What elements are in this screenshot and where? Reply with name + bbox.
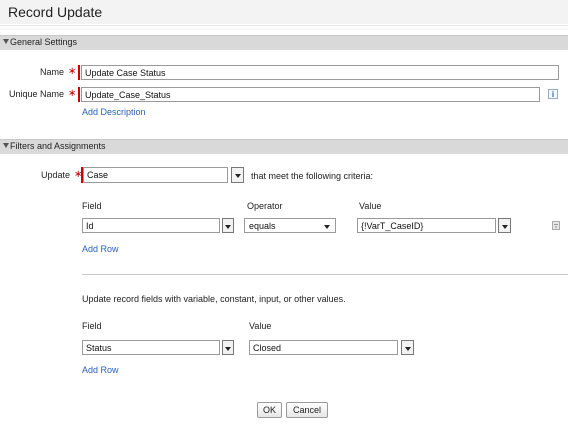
dropdown-arrow-icon xyxy=(324,225,330,229)
ok-button[interactable]: OK xyxy=(257,402,282,418)
dropdown-arrow-icon xyxy=(404,346,411,351)
column-header-operator: Operator xyxy=(247,201,283,211)
name-input[interactable]: Update Case Status xyxy=(81,65,559,80)
assignment-column-header-value: Value xyxy=(249,321,272,331)
criteria-field-input[interactable]: Id xyxy=(82,218,220,233)
update-object-input[interactable]: Case xyxy=(83,167,228,183)
unique-name-input[interactable]: Update_Case_Status xyxy=(81,87,540,102)
update-label: Update xyxy=(40,170,70,180)
dropdown-arrow-icon xyxy=(225,224,231,229)
cancel-button[interactable]: Cancel xyxy=(286,402,328,418)
unique-name-label: Unique Name xyxy=(8,89,64,99)
section-header-filters-and-assignments[interactable]: Filters and Assignments xyxy=(0,139,568,154)
add-assignment-row-link[interactable]: Add Row xyxy=(82,365,119,375)
assignments-description: Update record fields with variable, cons… xyxy=(82,294,346,304)
assignment-field-dropdown-button[interactable] xyxy=(222,340,234,355)
name-label: Name xyxy=(39,67,64,77)
criteria-field-dropdown-button[interactable] xyxy=(222,218,234,233)
criteria-text: that meet the following criteria: xyxy=(251,171,374,181)
title-divider-shadow xyxy=(0,28,568,30)
column-header-field: Field xyxy=(82,201,102,211)
column-header-value: Value xyxy=(359,201,382,211)
assignment-column-header-field: Field xyxy=(82,321,102,331)
dropdown-arrow-icon xyxy=(225,346,231,351)
required-indicator xyxy=(78,87,80,102)
collapse-triangle-icon xyxy=(3,39,9,44)
operator-select-value: equals xyxy=(249,221,276,231)
section-header-general-settings[interactable]: General Settings xyxy=(0,35,568,50)
operator-select[interactable]: equals xyxy=(244,218,336,233)
required-asterisk-icon: ∗ xyxy=(68,66,77,77)
add-description-link[interactable]: Add Description xyxy=(82,107,146,117)
assignment-value-dropdown-button[interactable] xyxy=(401,340,414,355)
dropdown-arrow-icon xyxy=(501,224,508,229)
page-title: Record Update xyxy=(8,4,103,20)
add-criteria-row-link[interactable]: Add Row xyxy=(82,244,119,254)
assignment-value-input[interactable]: Closed xyxy=(249,340,398,355)
collapse-triangle-icon xyxy=(3,143,9,148)
delete-row-trash-icon[interactable] xyxy=(552,221,560,230)
section-divider xyxy=(82,274,568,275)
update-object-dropdown-button[interactable] xyxy=(231,167,244,183)
required-indicator xyxy=(78,65,80,80)
required-asterisk-icon: ∗ xyxy=(68,88,77,99)
section-title: General Settings xyxy=(10,37,78,47)
section-title: Filters and Assignments xyxy=(10,141,106,151)
criteria-value-input[interactable]: {!VarT_CaseID} xyxy=(357,218,496,233)
dropdown-arrow-icon xyxy=(234,174,241,178)
info-icon[interactable]: i xyxy=(548,89,558,99)
title-divider xyxy=(0,25,568,26)
criteria-value-dropdown-button[interactable] xyxy=(498,218,511,233)
assignment-field-input[interactable]: Status xyxy=(82,340,220,355)
